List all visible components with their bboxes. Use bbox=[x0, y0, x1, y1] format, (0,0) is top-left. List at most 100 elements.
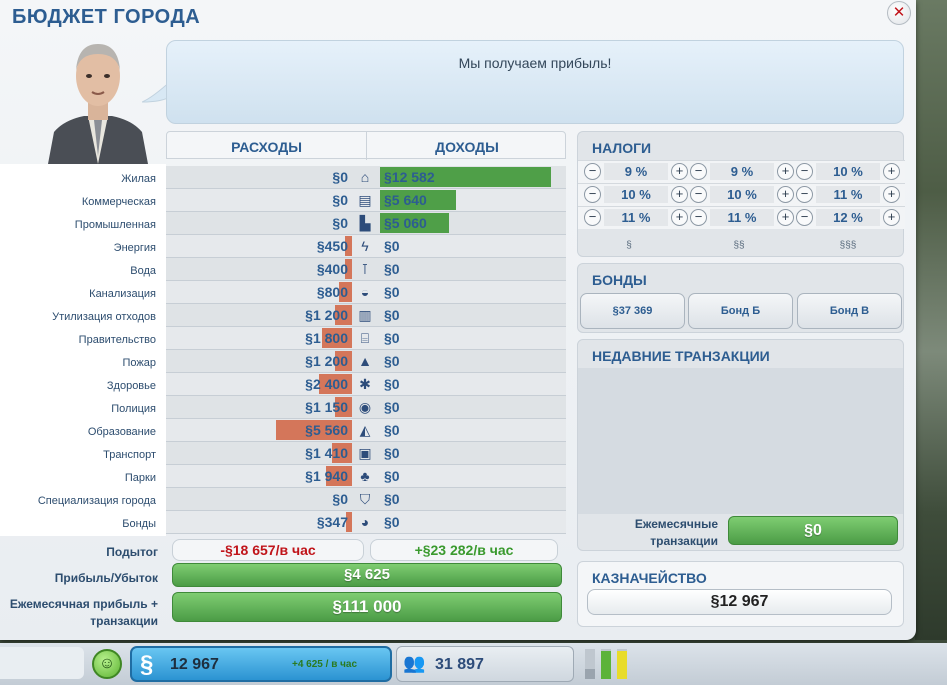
tax-stepper: −11 % + bbox=[690, 209, 794, 228]
tax-decrease-button[interactable]: − bbox=[690, 209, 707, 226]
bond-b-button[interactable]: Бонд Б bbox=[688, 293, 793, 329]
budget-row[interactable]: §347 ◕ §0 bbox=[166, 511, 566, 534]
expense-cell: §347 bbox=[166, 511, 352, 533]
row-label: Образование bbox=[87, 426, 156, 438]
tax-increase-button[interactable]: + bbox=[671, 163, 688, 180]
tax-rate-value: 11 % bbox=[816, 186, 880, 203]
income-value: §0 bbox=[384, 238, 400, 254]
income-value: §0 bbox=[384, 284, 400, 300]
budget-row[interactable]: §0 ⛉ §0 bbox=[166, 488, 566, 511]
rci-bar bbox=[617, 649, 627, 679]
income-value: §0 bbox=[384, 261, 400, 277]
row-label: Коммерческая bbox=[81, 196, 156, 208]
tax-stepper: −9 % + bbox=[584, 163, 688, 182]
close-button[interactable]: ✕ bbox=[887, 1, 911, 25]
tax-increase-button[interactable]: + bbox=[883, 186, 900, 203]
income-header[interactable]: ДОХОДЫ bbox=[367, 132, 567, 160]
income-value: §0 bbox=[384, 330, 400, 346]
taxes-panel: НАЛОГИ −9 % + −9 % + −10 % + −10 % + −10 % + −11 %… bbox=[577, 131, 905, 257]
income-cell: §0 bbox=[380, 258, 566, 280]
expense-value: §5 560 bbox=[305, 422, 348, 438]
bond-c-button[interactable]: Бонд В bbox=[797, 293, 902, 329]
tax-stepper: −11 % + bbox=[584, 209, 688, 228]
tax-tier-mid: §§ bbox=[733, 240, 745, 251]
expenses-header[interactable]: РАСХОДЫ bbox=[167, 132, 367, 160]
budget-rows: §0 ⌂ §12 582 §0 ▤ §5 640 §0 ▙ §5 060 §450 ϟ §0 §400 ⊺… bbox=[166, 166, 566, 534]
expense-value: §0 bbox=[332, 192, 348, 208]
budget-window: БЮДЖЕТ ГОРОДА ✕ Мы получаем прибыль! Жил… bbox=[0, 0, 916, 640]
tax-decrease-button[interactable]: − bbox=[796, 186, 813, 203]
tax-decrease-button[interactable]: − bbox=[796, 163, 813, 180]
tax-rate-value: 12 % bbox=[816, 209, 880, 226]
tax-row: −9 % + −9 % + −10 % + bbox=[578, 160, 905, 183]
tax-decrease-button[interactable]: − bbox=[796, 209, 813, 226]
budget-row[interactable]: §0 ▤ §5 640 bbox=[166, 189, 566, 212]
expense-value: §400 bbox=[316, 261, 348, 277]
budget-row[interactable]: §1 200 ▲ §0 bbox=[166, 350, 566, 373]
expense-value: §1 200 bbox=[305, 307, 348, 323]
tax-increase-button[interactable]: + bbox=[777, 186, 794, 203]
tax-decrease-button[interactable]: − bbox=[584, 186, 601, 203]
monthly-transactions-value: §0 bbox=[728, 516, 898, 545]
expense-value: §0 bbox=[332, 215, 348, 231]
tax-increase-button[interactable]: + bbox=[777, 163, 794, 180]
expense-value: §1 800 bbox=[305, 330, 348, 346]
city-background bbox=[915, 0, 947, 640]
tax-increase-button[interactable]: + bbox=[883, 163, 900, 180]
bond-a-button[interactable]: §37 369 bbox=[580, 293, 685, 329]
government-icon: ⌸ bbox=[360, 330, 370, 346]
expense-value: §1 940 bbox=[305, 468, 348, 484]
row-label: Бонды bbox=[122, 518, 156, 530]
tax-decrease-button[interactable]: − bbox=[584, 163, 601, 180]
income-value: §5 640 bbox=[384, 192, 427, 208]
row-label: Полиция bbox=[111, 403, 156, 415]
budget-row[interactable]: §1 200 ▥ §0 bbox=[166, 304, 566, 327]
money-display[interactable]: § 12 967 +4 625 / в час bbox=[130, 646, 392, 682]
income-cell: §0 bbox=[380, 396, 566, 418]
tax-decrease-button[interactable]: − bbox=[690, 186, 707, 203]
income-cell: §12 582 bbox=[380, 166, 566, 188]
tax-row: −11 % + −11 % + −12 % + bbox=[578, 206, 905, 229]
tax-stepper: −10 % + bbox=[584, 186, 688, 205]
lightning-icon: ϟ bbox=[361, 238, 369, 254]
subtotal-income: +§23 282/в час bbox=[370, 539, 558, 561]
budget-row[interactable]: §0 ▙ §5 060 bbox=[166, 212, 566, 235]
tax-increase-button[interactable]: + bbox=[777, 209, 794, 226]
bonds-panel: БОНДЫ §37 369 Бонд Б Бонд В bbox=[577, 263, 904, 333]
budget-row[interactable]: §400 ⊺ §0 bbox=[166, 258, 566, 281]
budget-row[interactable]: §1 150 ◉ §0 bbox=[166, 396, 566, 419]
budget-row[interactable]: §0 ⌂ §12 582 bbox=[166, 166, 566, 189]
faucet-icon: ⊺ bbox=[361, 261, 369, 277]
bonds-title: БОНДЫ bbox=[592, 272, 647, 288]
tax-increase-button[interactable]: + bbox=[671, 209, 688, 226]
population-display[interactable]: 👥 31 897 bbox=[396, 646, 574, 682]
transactions-list[interactable] bbox=[578, 368, 903, 514]
tree-icon: ♣ bbox=[360, 468, 370, 484]
tax-increase-button[interactable]: + bbox=[671, 186, 688, 203]
treasury-panel: КАЗНАЧЕЙСТВО §12 967 bbox=[577, 561, 904, 627]
tax-decrease-button[interactable]: − bbox=[584, 209, 601, 226]
bus-icon: ▣ bbox=[358, 445, 372, 461]
tax-increase-button[interactable]: + bbox=[883, 209, 900, 226]
budget-row[interactable]: §2 400 ✱ §0 bbox=[166, 373, 566, 396]
tax-decrease-button[interactable]: − bbox=[690, 163, 707, 180]
happiness-icon[interactable]: ☺ bbox=[92, 649, 122, 679]
tax-tier-low: § bbox=[626, 240, 632, 251]
expense-cell: §1 800 bbox=[166, 327, 352, 349]
budget-row[interactable]: §1 410 ▣ §0 bbox=[166, 442, 566, 465]
income-cell: §0 bbox=[380, 235, 566, 257]
population-value: 31 897 bbox=[435, 656, 484, 673]
money-bag-icon: ◕ bbox=[360, 514, 370, 530]
tax-stepper: −10 % + bbox=[796, 163, 900, 182]
trash-icon: ▥ bbox=[358, 307, 372, 323]
budget-row[interactable]: §5 560 ◭ §0 bbox=[166, 419, 566, 442]
budget-row[interactable]: §800 ◒ §0 bbox=[166, 281, 566, 304]
expense-cell: §0 bbox=[166, 212, 352, 234]
budget-row[interactable]: §1 940 ♣ §0 bbox=[166, 465, 566, 488]
budget-row[interactable]: §450 ϟ §0 bbox=[166, 235, 566, 258]
expense-value: §1 150 bbox=[305, 399, 348, 415]
budget-row[interactable]: §1 800 ⌸ §0 bbox=[166, 327, 566, 350]
medical-icon: ✱ bbox=[359, 376, 371, 392]
money-value: 12 967 bbox=[170, 656, 219, 673]
expense-value: §0 bbox=[332, 491, 348, 507]
